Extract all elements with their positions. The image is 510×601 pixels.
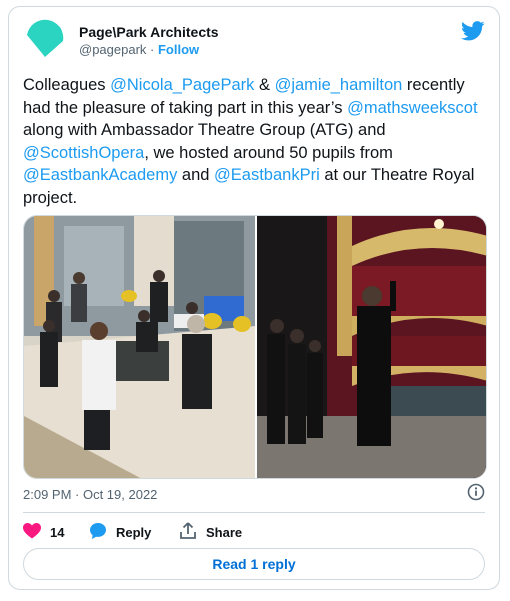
tweet-text: Colleagues @Nicola_PagePark & @jamie_ham…	[23, 74, 493, 209]
share-label: Share	[206, 524, 243, 540]
mention-mathsweekscot[interactable]: @mathsweekscot	[347, 99, 477, 117]
action-bar: 14 Reply Share	[23, 520, 485, 544]
follow-link[interactable]: Follow	[158, 42, 199, 57]
info-icon[interactable]	[467, 483, 485, 501]
read-replies-button[interactable]: Read 1 reply	[23, 548, 485, 580]
reply-label: Reply	[116, 524, 152, 540]
heart-icon	[23, 522, 41, 542]
mention-jamie[interactable]: @jamie_hamilton	[275, 76, 403, 94]
photo-foyer[interactable]	[24, 216, 255, 478]
mention-scottishopera[interactable]: @ScottishOpera	[23, 144, 144, 162]
share-button[interactable]: Share	[179, 520, 242, 544]
tweet-header: Page\Park Architects @pagepark · Follow	[23, 19, 485, 63]
tweet-text-part: along with Ambassador Theatre Group (ATG…	[23, 121, 386, 139]
tweet-text-part: &	[254, 76, 275, 94]
tweet-timestamp[interactable]: 2:09 PM · Oct 19, 2022	[23, 487, 157, 502]
author-name[interactable]: Page\Park Architects	[79, 23, 219, 41]
separator: ·	[146, 42, 158, 57]
author-block: Page\Park Architects @pagepark · Follow	[79, 23, 219, 59]
tweet-text-part: and	[177, 166, 215, 184]
mention-nicola[interactable]: @Nicola_PagePark	[110, 76, 254, 94]
divider	[23, 512, 485, 513]
photo-theatre[interactable]	[257, 216, 486, 478]
twitter-bird-icon[interactable]	[461, 21, 485, 41]
reply-button[interactable]: Reply	[89, 520, 151, 544]
reply-bubble-icon	[89, 522, 107, 543]
tweet-text-part: Colleagues	[23, 76, 111, 94]
media-grid	[23, 215, 487, 479]
like-button[interactable]: 14	[23, 520, 64, 544]
share-icon	[179, 521, 197, 543]
handle-row: @pagepark · Follow	[79, 41, 219, 59]
pagepark-logo-icon[interactable]	[23, 19, 67, 63]
tweet-text-part: , we hosted around 50 pupils from	[144, 143, 393, 162]
tweet-card: Page\Park Architects @pagepark · Follow …	[8, 6, 500, 590]
mention-eastbankacademy[interactable]: @EastbankAcademy	[23, 166, 177, 184]
author-handle[interactable]: @pagepark	[79, 42, 146, 57]
like-count: 14	[50, 524, 65, 540]
mention-eastbankpri[interactable]: @EastbankPri	[214, 166, 320, 184]
